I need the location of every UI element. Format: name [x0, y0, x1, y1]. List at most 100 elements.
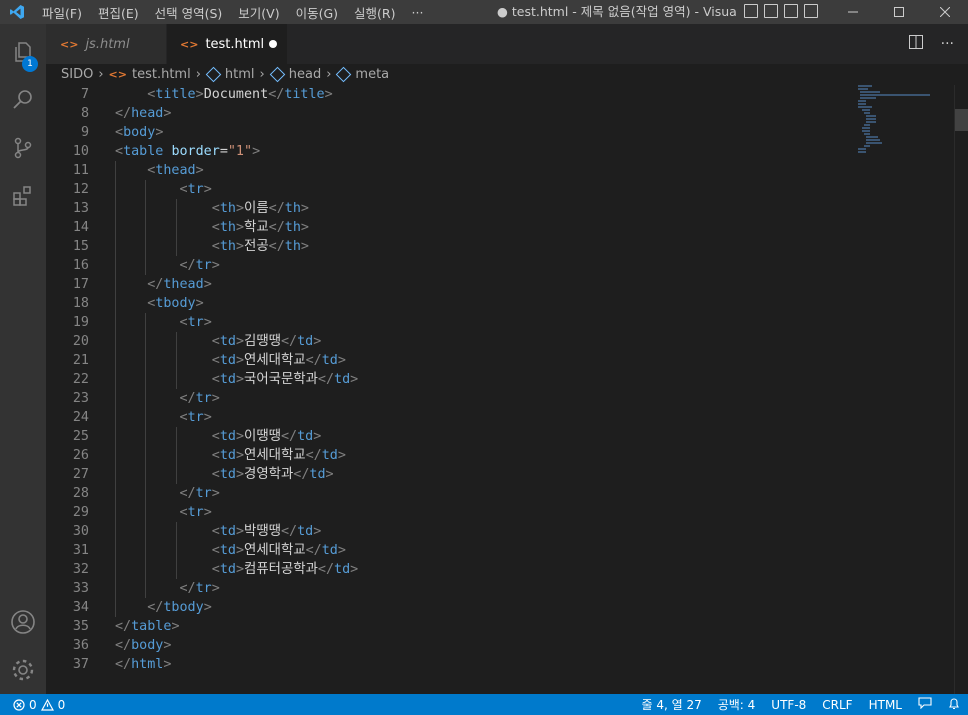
cursor-position[interactable]: 줄 4, 열 27: [633, 696, 709, 713]
unsaved-dot-icon[interactable]: [269, 40, 277, 48]
code-text: <tr>: [179, 505, 212, 520]
vscode-logo-icon[interactable]: [0, 0, 34, 24]
line-number: 33: [72, 581, 89, 596]
code-line[interactable]: 11 <thead>: [46, 161, 854, 180]
error-icon: [13, 698, 25, 711]
code-line[interactable]: 27 <td>경영학과</td>: [46, 465, 854, 484]
line-number: 10: [72, 144, 89, 159]
code-line[interactable]: 9 <body>: [46, 123, 854, 142]
title-bar: 파일(F) 편집(E) 선택 영역(S) 보기(V) 이동(G) 실행(R) ·…: [0, 0, 968, 24]
code-line[interactable]: 8 </head>: [46, 104, 854, 123]
feedback-icon[interactable]: [910, 697, 940, 712]
menu-selection[interactable]: 선택 영역(S): [147, 3, 231, 22]
line-number: 11: [72, 163, 89, 178]
code-line[interactable]: 29 <tr>: [46, 503, 854, 522]
breadcrumb-head[interactable]: head: [289, 67, 321, 82]
line-number: 27: [72, 467, 89, 482]
code-line[interactable]: 23 </tr>: [46, 389, 854, 408]
code-line[interactable]: 10 <table border="1">: [46, 142, 854, 161]
menu-view[interactable]: 보기(V): [230, 3, 287, 22]
line-number: 26: [72, 448, 89, 463]
line-number: 13: [72, 201, 89, 216]
encoding[interactable]: UTF-8: [763, 698, 814, 712]
line-number: 19: [72, 315, 89, 330]
code-line[interactable]: 17 </thead>: [46, 275, 854, 294]
breadcrumb-folder[interactable]: SIDO: [61, 67, 93, 82]
extensions-icon[interactable]: [0, 172, 46, 220]
symbol-field-icon: [205, 66, 222, 82]
code-line[interactable]: 30 <td>박땡땡</td>: [46, 522, 854, 541]
code-text: </table>: [115, 619, 180, 634]
toggle-panel-icon[interactable]: [764, 4, 778, 18]
code-line[interactable]: 36 </body>: [46, 636, 854, 655]
code-line[interactable]: 25 <td>이땡땡</td>: [46, 427, 854, 446]
breadcrumb-html[interactable]: html: [225, 67, 255, 82]
breadcrumb-file[interactable]: test.html: [132, 67, 191, 82]
toggle-secondary-sidebar-icon[interactable]: [784, 4, 798, 18]
code-line[interactable]: 19 <tr>: [46, 313, 854, 332]
code-line[interactable]: 18 <tbody>: [46, 294, 854, 313]
indentation[interactable]: 공백: 4: [710, 696, 764, 713]
menu-more[interactable]: ···: [404, 5, 432, 20]
line-number: 28: [72, 486, 89, 501]
menu-go[interactable]: 이동(G): [288, 3, 346, 22]
code-line[interactable]: 14 <th>학교</th>: [46, 218, 854, 237]
code-text: <body>: [115, 125, 164, 140]
menu-run[interactable]: 실행(R): [346, 3, 403, 22]
line-number: 35: [72, 619, 89, 634]
code-text: </tbody>: [147, 600, 212, 615]
editor-actions: ···: [908, 24, 968, 64]
code-line[interactable]: 13 <th>이름</th>: [46, 199, 854, 218]
code-line[interactable]: 34 </tbody>: [46, 598, 854, 617]
language-mode[interactable]: HTML: [861, 698, 910, 712]
code-line[interactable]: 15 <th>전공</th>: [46, 237, 854, 256]
chevron-right-icon: ›: [98, 66, 104, 82]
line-number: 17: [72, 277, 89, 292]
code-line[interactable]: 28 </tr>: [46, 484, 854, 503]
maximize-button[interactable]: [876, 0, 922, 24]
tab-test-html[interactable]: <> test.html: [167, 24, 287, 64]
code-line[interactable]: 7 <title>Document</title>: [46, 85, 854, 104]
code-line[interactable]: 21 <td>연세대학교</td>: [46, 351, 854, 370]
accounts-icon[interactable]: [0, 598, 46, 646]
code-line[interactable]: 26 <td>연세대학교</td>: [46, 446, 854, 465]
breadcrumb-meta[interactable]: meta: [355, 67, 389, 82]
vertical-scrollbar[interactable]: [954, 85, 968, 694]
chevron-right-icon: ›: [326, 66, 332, 82]
explorer-icon[interactable]: 1: [0, 28, 46, 76]
search-icon[interactable]: [0, 76, 46, 124]
split-editor-icon[interactable]: [908, 35, 923, 53]
minimize-button[interactable]: [830, 0, 876, 24]
close-button[interactable]: [922, 0, 968, 24]
problems-indicator[interactable]: 0 0: [13, 694, 65, 715]
end-of-line[interactable]: CRLF: [814, 698, 860, 712]
code-line[interactable]: 31 <td>연세대학교</td>: [46, 541, 854, 560]
code-line[interactable]: 35 </table>: [46, 617, 854, 636]
more-actions-icon[interactable]: ···: [941, 36, 954, 52]
code-text: <td>이땡땡</td>: [211, 429, 322, 444]
scroll-thumb[interactable]: [955, 109, 968, 131]
code-line[interactable]: 37 </html>: [46, 655, 854, 674]
code-text: <th>이름</th>: [211, 201, 309, 216]
code-line[interactable]: 24 <tr>: [46, 408, 854, 427]
source-control-icon[interactable]: [0, 124, 46, 172]
settings-gear-icon[interactable]: [0, 646, 46, 694]
notifications-bell-icon[interactable]: [940, 697, 968, 713]
code-line[interactable]: 20 <td>김땡땡</td>: [46, 332, 854, 351]
code-editor[interactable]: 7 <title>Document</title> 8 </head> 9 <body>…: [46, 85, 854, 694]
code-text: <td>연세대학교</td>: [211, 353, 346, 368]
customize-layout-icon[interactable]: [804, 4, 818, 18]
tab-js-html[interactable]: <> js.html: [46, 24, 166, 64]
code-text: </head>: [115, 106, 172, 121]
code-line[interactable]: 16 </tr>: [46, 256, 854, 275]
toggle-sidebar-icon[interactable]: [744, 4, 758, 18]
code-line[interactable]: 32 <td>컴퓨터공학과</td>: [46, 560, 854, 579]
code-text: </tr>: [179, 581, 220, 596]
line-number: 14: [72, 220, 89, 235]
menu-edit[interactable]: 편집(E): [90, 3, 147, 22]
minimap[interactable]: [854, 85, 954, 694]
menu-file[interactable]: 파일(F): [34, 3, 90, 22]
code-line[interactable]: 12 <tr>: [46, 180, 854, 199]
code-line[interactable]: 33 </tr>: [46, 579, 854, 598]
code-line[interactable]: 22 <td>국어국문학과</td>: [46, 370, 854, 389]
